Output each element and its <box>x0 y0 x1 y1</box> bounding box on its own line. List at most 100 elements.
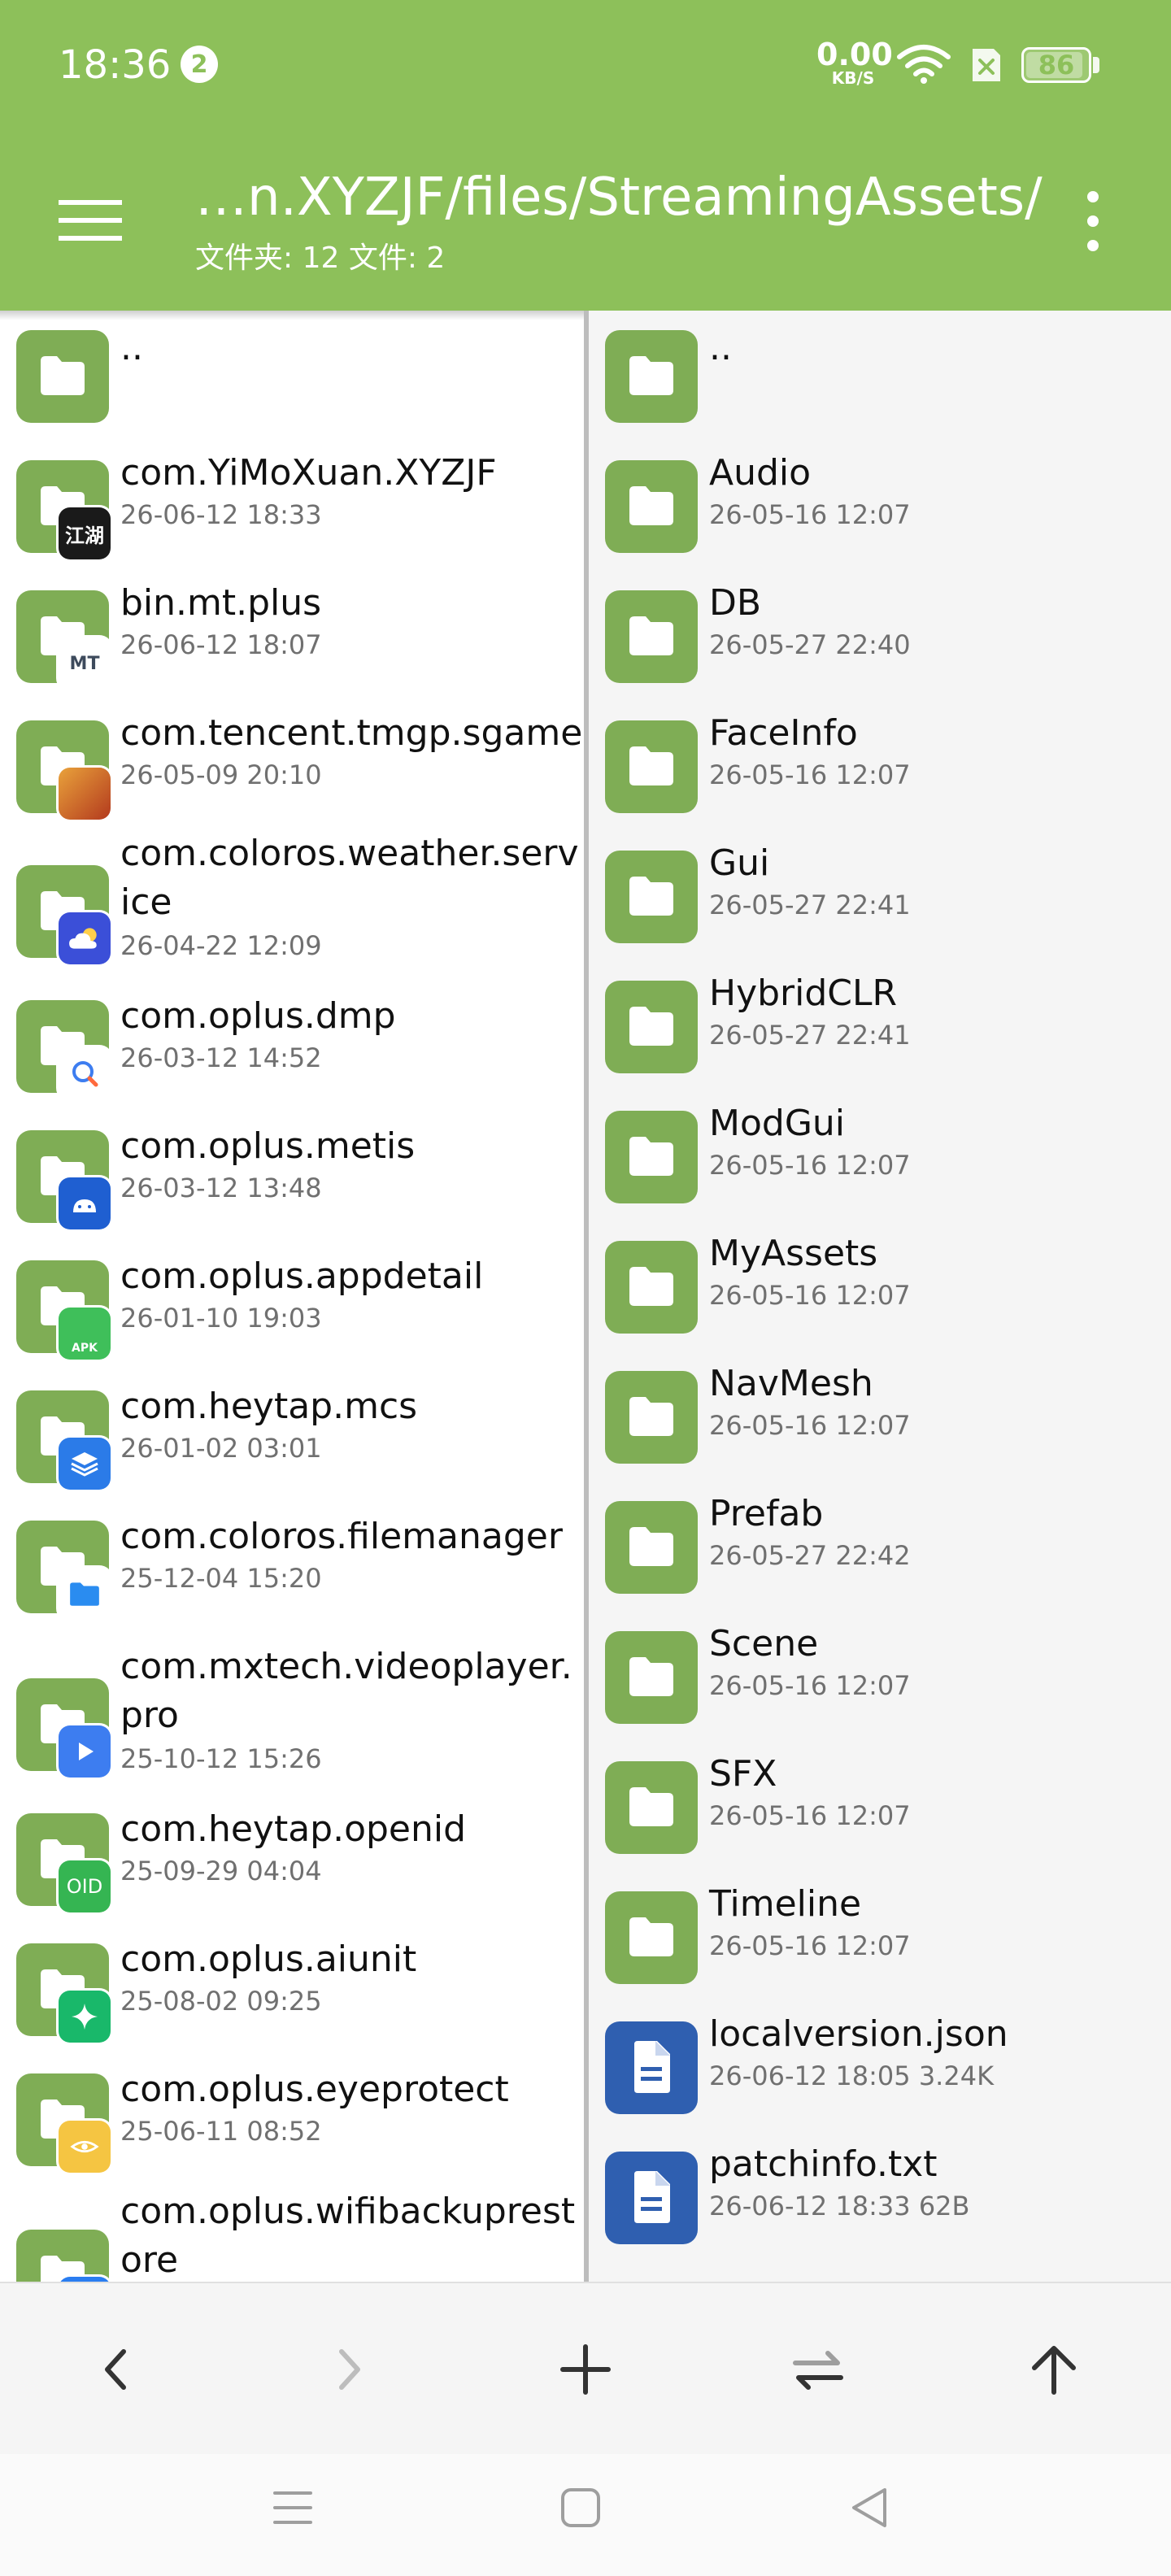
folder-icon <box>605 1761 698 1854</box>
up-directory-icon[interactable] <box>1021 2337 1086 2402</box>
list-item[interactable]: com.coloros.weather.serv ice 26-04-22 12… <box>0 831 584 994</box>
folder-file-count: 文件夹: 12 文件: 2 <box>195 242 446 275</box>
sparkle-app-badge-icon <box>59 1991 111 2043</box>
list-item[interactable]: Gui 26-05-27 22:41 <box>589 831 1171 961</box>
home-icon[interactable] <box>556 2483 605 2532</box>
list-item[interactable]: .. <box>0 311 584 441</box>
list-item[interactable]: 江湖 com.YiMoXuan.XYZJF 26-06-12 18:33 <box>0 441 584 571</box>
folder-icon <box>605 1371 698 1464</box>
item-date: 26-05-16 12:07 <box>709 1670 911 1701</box>
item-name: Prefab <box>709 1493 824 1534</box>
mt-app-badge-icon: MT <box>59 637 111 690</box>
folder-icon <box>605 1501 698 1594</box>
battery-tip <box>1093 57 1099 73</box>
add-icon[interactable] <box>553 2337 618 2402</box>
item-name: Gui <box>709 842 770 884</box>
network-speed: 0.00 KB/S <box>816 39 893 86</box>
folder-icon <box>605 460 698 553</box>
item-name: NavMesh <box>709 1363 873 1404</box>
item-name: SFX <box>709 1753 777 1795</box>
list-item[interactable]: Scene 26-05-16 12:07 <box>589 1612 1171 1742</box>
system-navigation-bar <box>0 2454 1171 2576</box>
folder-icon <box>605 720 698 813</box>
game-app-badge-icon <box>59 768 111 820</box>
item-name: .. <box>120 327 143 368</box>
status-time: 18:36 <box>59 42 172 88</box>
list-item[interactable]: HybridCLR 26-05-27 22:41 <box>589 961 1171 1091</box>
item-name: bin.mt.plus <box>120 582 322 624</box>
list-item[interactable]: .. <box>589 311 1171 441</box>
item-date: 26-05-09 20:10 <box>120 759 322 790</box>
menu-icon[interactable] <box>59 200 122 241</box>
swap-icon[interactable] <box>786 2337 851 2402</box>
list-item[interactable]: SFX 26-05-16 12:07 <box>589 1742 1171 1872</box>
back-icon[interactable] <box>83 2337 148 2402</box>
item-name: FaceInfo <box>709 712 858 754</box>
item-date: 26-05-16 12:07 <box>709 1930 911 1961</box>
list-item[interactable]: com.oplus.dmp 26-03-12 14:52 <box>0 994 584 1124</box>
item-date: 26-05-27 22:41 <box>709 890 911 920</box>
folder-icon <box>605 330 698 423</box>
wifi-icon <box>897 45 951 84</box>
item-date: 26-06-12 18:33 <box>120 499 322 530</box>
item-date: 26-03-12 13:48 <box>120 1173 322 1203</box>
item-name: com.oplus.aiunit <box>120 1939 417 1980</box>
list-item[interactable]: com.tencent.tmgp.sgame 26-05-09 20:10 <box>0 701 584 831</box>
folder-icon <box>605 1891 698 1984</box>
oid-app-badge-icon: OID <box>59 1860 111 1912</box>
list-item[interactable]: com.oplus.aiunit 25-08-02 09:25 <box>0 1937 584 2067</box>
recent-apps-icon[interactable] <box>268 2483 317 2532</box>
item-name: com.oplus.eyeprotect <box>120 2069 509 2110</box>
item-date: 25-12-04 15:20 <box>120 1563 322 1594</box>
battery-level: 86 <box>1038 50 1075 80</box>
list-item[interactable]: OID com.heytap.openid 25-09-29 04:04 <box>0 1807 584 1937</box>
list-item[interactable]: MT bin.mt.plus 26-06-12 18:07 <box>0 571 584 701</box>
more-options-icon[interactable] <box>1075 190 1111 252</box>
item-name: com.mxtech.videoplayer. <box>120 1646 572 1687</box>
list-item[interactable]: NavMesh 26-05-16 12:07 <box>589 1351 1171 1482</box>
list-item[interactable]: Audio 26-05-16 12:07 <box>589 441 1171 571</box>
folder-icon <box>605 1111 698 1203</box>
forward-icon[interactable] <box>317 2337 382 2402</box>
list-item[interactable]: Timeline 26-05-16 12:07 <box>589 1872 1171 2002</box>
list-item[interactable]: localversion.json 26-06-12 18:05 3.24K <box>589 2002 1171 2132</box>
list-item[interactable]: com.coloros.filemanager 25-12-04 15:20 <box>0 1514 584 1644</box>
list-item[interactable]: FaceInfo 26-05-16 12:07 <box>589 701 1171 831</box>
list-item[interactable]: com.oplus.metis 26-03-12 13:48 <box>0 1124 584 1254</box>
list-item[interactable]: com.oplus.wifibackuprest ore <box>0 2189 584 2282</box>
list-item[interactable]: APK com.oplus.appdetail 26-01-10 19:03 <box>0 1254 584 1384</box>
android-app-badge-icon <box>59 1177 111 1229</box>
item-date: 26-01-02 03:01 <box>120 1433 322 1464</box>
item-date-size: 26-06-12 18:05 3.24K <box>709 2060 995 2091</box>
item-date: 26-05-16 12:07 <box>709 1150 911 1181</box>
bottom-toolbar <box>0 2282 1171 2456</box>
list-item[interactable]: com.mxtech.videoplayer. pro 25-10-12 15:… <box>0 1644 584 1807</box>
item-name: com.heytap.openid <box>120 1808 467 1850</box>
item-name: Audio <box>709 452 812 494</box>
item-name: localversion.json <box>709 2013 1008 2055</box>
item-date: 26-05-16 12:07 <box>709 1800 911 1831</box>
item-date: 26-05-16 12:07 <box>709 759 911 790</box>
list-item[interactable]: ModGui 26-05-16 12:07 <box>589 1091 1171 1221</box>
list-item[interactable]: patchinfo.txt 26-06-12 18:33 62B <box>589 2132 1171 2262</box>
item-name-continued: ore <box>120 2239 179 2281</box>
item-date: 26-05-27 22:42 <box>709 1540 911 1571</box>
back-nav-icon[interactable] <box>846 2483 895 2532</box>
notification-count-badge: 2 <box>181 46 218 83</box>
current-path[interactable]: …n.XYZJF/files/StreamingAssets/ <box>195 168 1043 228</box>
apk-app-badge-icon: APK <box>59 1308 111 1360</box>
list-item[interactable]: DB 26-05-27 22:40 <box>589 571 1171 701</box>
item-name: com.coloros.weather.serv <box>120 833 579 874</box>
item-date: 26-04-22 12:09 <box>120 930 322 961</box>
folder-icon <box>605 981 698 1073</box>
item-name: com.oplus.wifibackuprest <box>120 2191 576 2232</box>
right-file-panel[interactable]: .. Audio 26-05-16 12:07 DB 26-05-27 22:4… <box>589 311 1171 2282</box>
item-date: 26-05-27 22:40 <box>709 629 911 660</box>
list-item[interactable]: com.oplus.eyeprotect 25-06-11 08:52 <box>0 2067 584 2197</box>
item-name: .. <box>709 327 732 368</box>
folder-icon <box>605 851 698 943</box>
left-file-panel[interactable]: .. 江湖 com.YiMoXuan.XYZJF 26-06-12 18:33 … <box>0 311 584 2282</box>
list-item[interactable]: com.heytap.mcs 26-01-02 03:01 <box>0 1384 584 1514</box>
list-item[interactable]: Prefab 26-05-27 22:42 <box>589 1482 1171 1612</box>
list-item[interactable]: MyAssets 26-05-16 12:07 <box>589 1221 1171 1351</box>
